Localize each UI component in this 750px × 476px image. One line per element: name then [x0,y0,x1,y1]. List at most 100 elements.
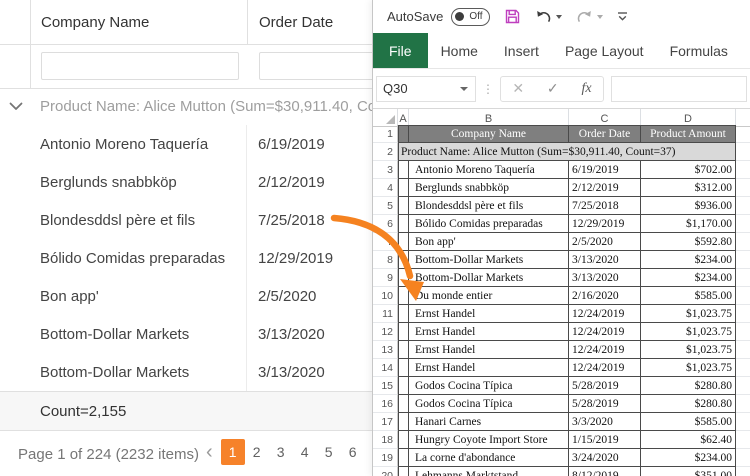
sheet-cell-company[interactable]: Godos Cocina Típica [409,395,569,413]
sheet-cell-amount[interactable]: $1,023.75 [641,323,736,341]
insert-function-icon[interactable]: fx [581,81,591,97]
pager-page-3[interactable]: 3 [269,439,293,465]
column-header-e[interactable] [736,109,750,126]
ribbon-tab-formulas[interactable]: Formulas [657,33,741,68]
sheet-cell[interactable] [398,359,409,377]
sheet-cell-amount[interactable]: $585.00 [641,287,736,305]
gridline-cell[interactable] [736,179,750,197]
sheet-cell-amount[interactable]: $585.00 [641,413,736,431]
gridline-cell[interactable] [736,305,750,323]
gridline-cell[interactable] [736,233,750,251]
sheet-cell-amount[interactable]: $280.80 [641,377,736,395]
sheet-cell[interactable] [398,215,409,233]
autosave-toggle[interactable]: Off [451,8,489,26]
sheet-cell-group[interactable]: Product Name: Alice Mutton (Sum=$30,911.… [398,143,736,161]
sheet-cell[interactable] [398,269,409,287]
sheet-cell-company[interactable]: Du monde entier [409,287,569,305]
chevron-down-icon[interactable] [9,102,23,111]
sheet-cell[interactable] [398,323,409,341]
ribbon-tab-file[interactable]: File [373,33,428,68]
undo-button[interactable] [535,9,562,25]
sheet-cell[interactable] [398,413,409,431]
select-all-button[interactable] [373,109,398,126]
column-header-a[interactable]: A [398,109,409,126]
sheet-cell-date[interactable]: 3/13/2020 [569,251,641,269]
formula-input[interactable] [611,76,747,102]
sheet-cell[interactable] [398,161,409,179]
sheet-cell-company[interactable]: Bon app' [409,233,569,251]
sheet-cell[interactable] [398,377,409,395]
sheet-cell-date[interactable]: 12/24/2019 [569,305,641,323]
sheet-cell-header-amount[interactable]: Product Amount [641,125,736,143]
sheet-cell-company[interactable]: Hanari Carnes [409,413,569,431]
sheet-cell-company[interactable]: Antonio Moreno Taquería [409,161,569,179]
sheet-cell-company[interactable]: Hungry Coyote Import Store [409,431,569,449]
gridline-cell[interactable] [736,125,750,143]
sheet-cell-amount[interactable]: $62.40 [641,431,736,449]
row-header[interactable]: 20 [373,467,398,476]
gridline-cell[interactable] [736,359,750,377]
sheet-cell-company[interactable]: Godos Cocina Típica [409,377,569,395]
undo-dropdown-caret[interactable] [556,15,562,19]
gridline-cell[interactable] [736,197,750,215]
sheet-cell-company[interactable]: La corne d'abondance [409,449,569,467]
sheet-cell-date[interactable]: 7/25/2018 [569,197,641,215]
sheet-cell[interactable] [398,431,409,449]
sheet-cell-amount[interactable]: $702.00 [641,161,736,179]
row-header[interactable]: 19 [373,449,398,467]
enter-icon[interactable]: ✓ [547,80,559,97]
pager-page-1[interactable]: 1 [221,439,245,465]
row-header[interactable]: 7 [373,233,398,251]
sheet-cell-date[interactable]: 3/3/2020 [569,413,641,431]
gridline-cell[interactable] [736,449,750,467]
gridline-cell[interactable] [736,161,750,179]
redo-dropdown-caret[interactable] [597,15,603,19]
save-button[interactable] [504,8,521,25]
row-header[interactable]: 5 [373,197,398,215]
row-header[interactable]: 8 [373,251,398,269]
sheet-cell-amount[interactable]: $234.00 [641,269,736,287]
pager-page-5[interactable]: 5 [317,439,341,465]
row-header[interactable]: 10 [373,287,398,305]
pager-prev-button[interactable]: ‹ [206,439,213,465]
row-header[interactable]: 13 [373,341,398,359]
sheet-cell-company[interactable]: Bottom-Dollar Markets [409,269,569,287]
row-header[interactable]: 12 [373,323,398,341]
sheet-cell-amount[interactable]: $1,170.00 [641,215,736,233]
sheet-cell-company[interactable]: Ernst Handel [409,359,569,377]
column-header-b[interactable]: B [409,109,569,126]
sheet-cell-amount[interactable]: $936.00 [641,197,736,215]
sheet-cell-amount[interactable]: $1,023.75 [641,305,736,323]
company-filter-input[interactable] [41,52,239,80]
gridline-cell[interactable] [736,395,750,413]
sheet-cell-date[interactable]: 1/15/2019 [569,431,641,449]
sheet-cell-amount[interactable]: $351.00 [641,467,736,476]
row-header[interactable]: 9 [373,269,398,287]
sheet-cell[interactable] [398,251,409,269]
sheet-cell[interactable] [398,395,409,413]
sheet-cell-date[interactable]: 6/19/2019 [569,161,641,179]
gridline-cell[interactable] [736,323,750,341]
ribbon-tab-insert[interactable]: Insert [491,33,552,68]
sheet-cell-company[interactable]: Ernst Handel [409,305,569,323]
sheet-cell-amount[interactable]: $1,023.75 [641,359,736,377]
name-box[interactable]: Q30 [376,76,476,102]
sheet-cell-date[interactable]: 12/29/2019 [569,215,641,233]
pager-page-2[interactable]: 2 [245,439,269,465]
sheet-cell[interactable] [398,341,409,359]
sheet-cell-date[interactable]: 2/5/2020 [569,233,641,251]
sheet-cell-header-company[interactable]: Company Name [409,125,569,143]
gridline-cell[interactable] [736,287,750,305]
gridline-cell[interactable] [736,215,750,233]
sheet-cell[interactable] [398,197,409,215]
sheet-cell-company[interactable]: Blondesddsl père et fils [409,197,569,215]
row-header[interactable]: 18 [373,431,398,449]
sheet-cell-date[interactable]: 2/16/2020 [569,287,641,305]
gridline-cell[interactable] [736,269,750,287]
formula-bar-grip[interactable]: ⋮ [482,84,494,94]
sheet-cell-amount[interactable]: $280.80 [641,395,736,413]
sheet-cell-company[interactable]: Lehmanns Marktstand [409,467,569,476]
column-header-company-name[interactable]: Company Name [31,0,248,44]
sheet-cell-date[interactable]: 5/28/2019 [569,377,641,395]
row-header[interactable]: 14 [373,359,398,377]
